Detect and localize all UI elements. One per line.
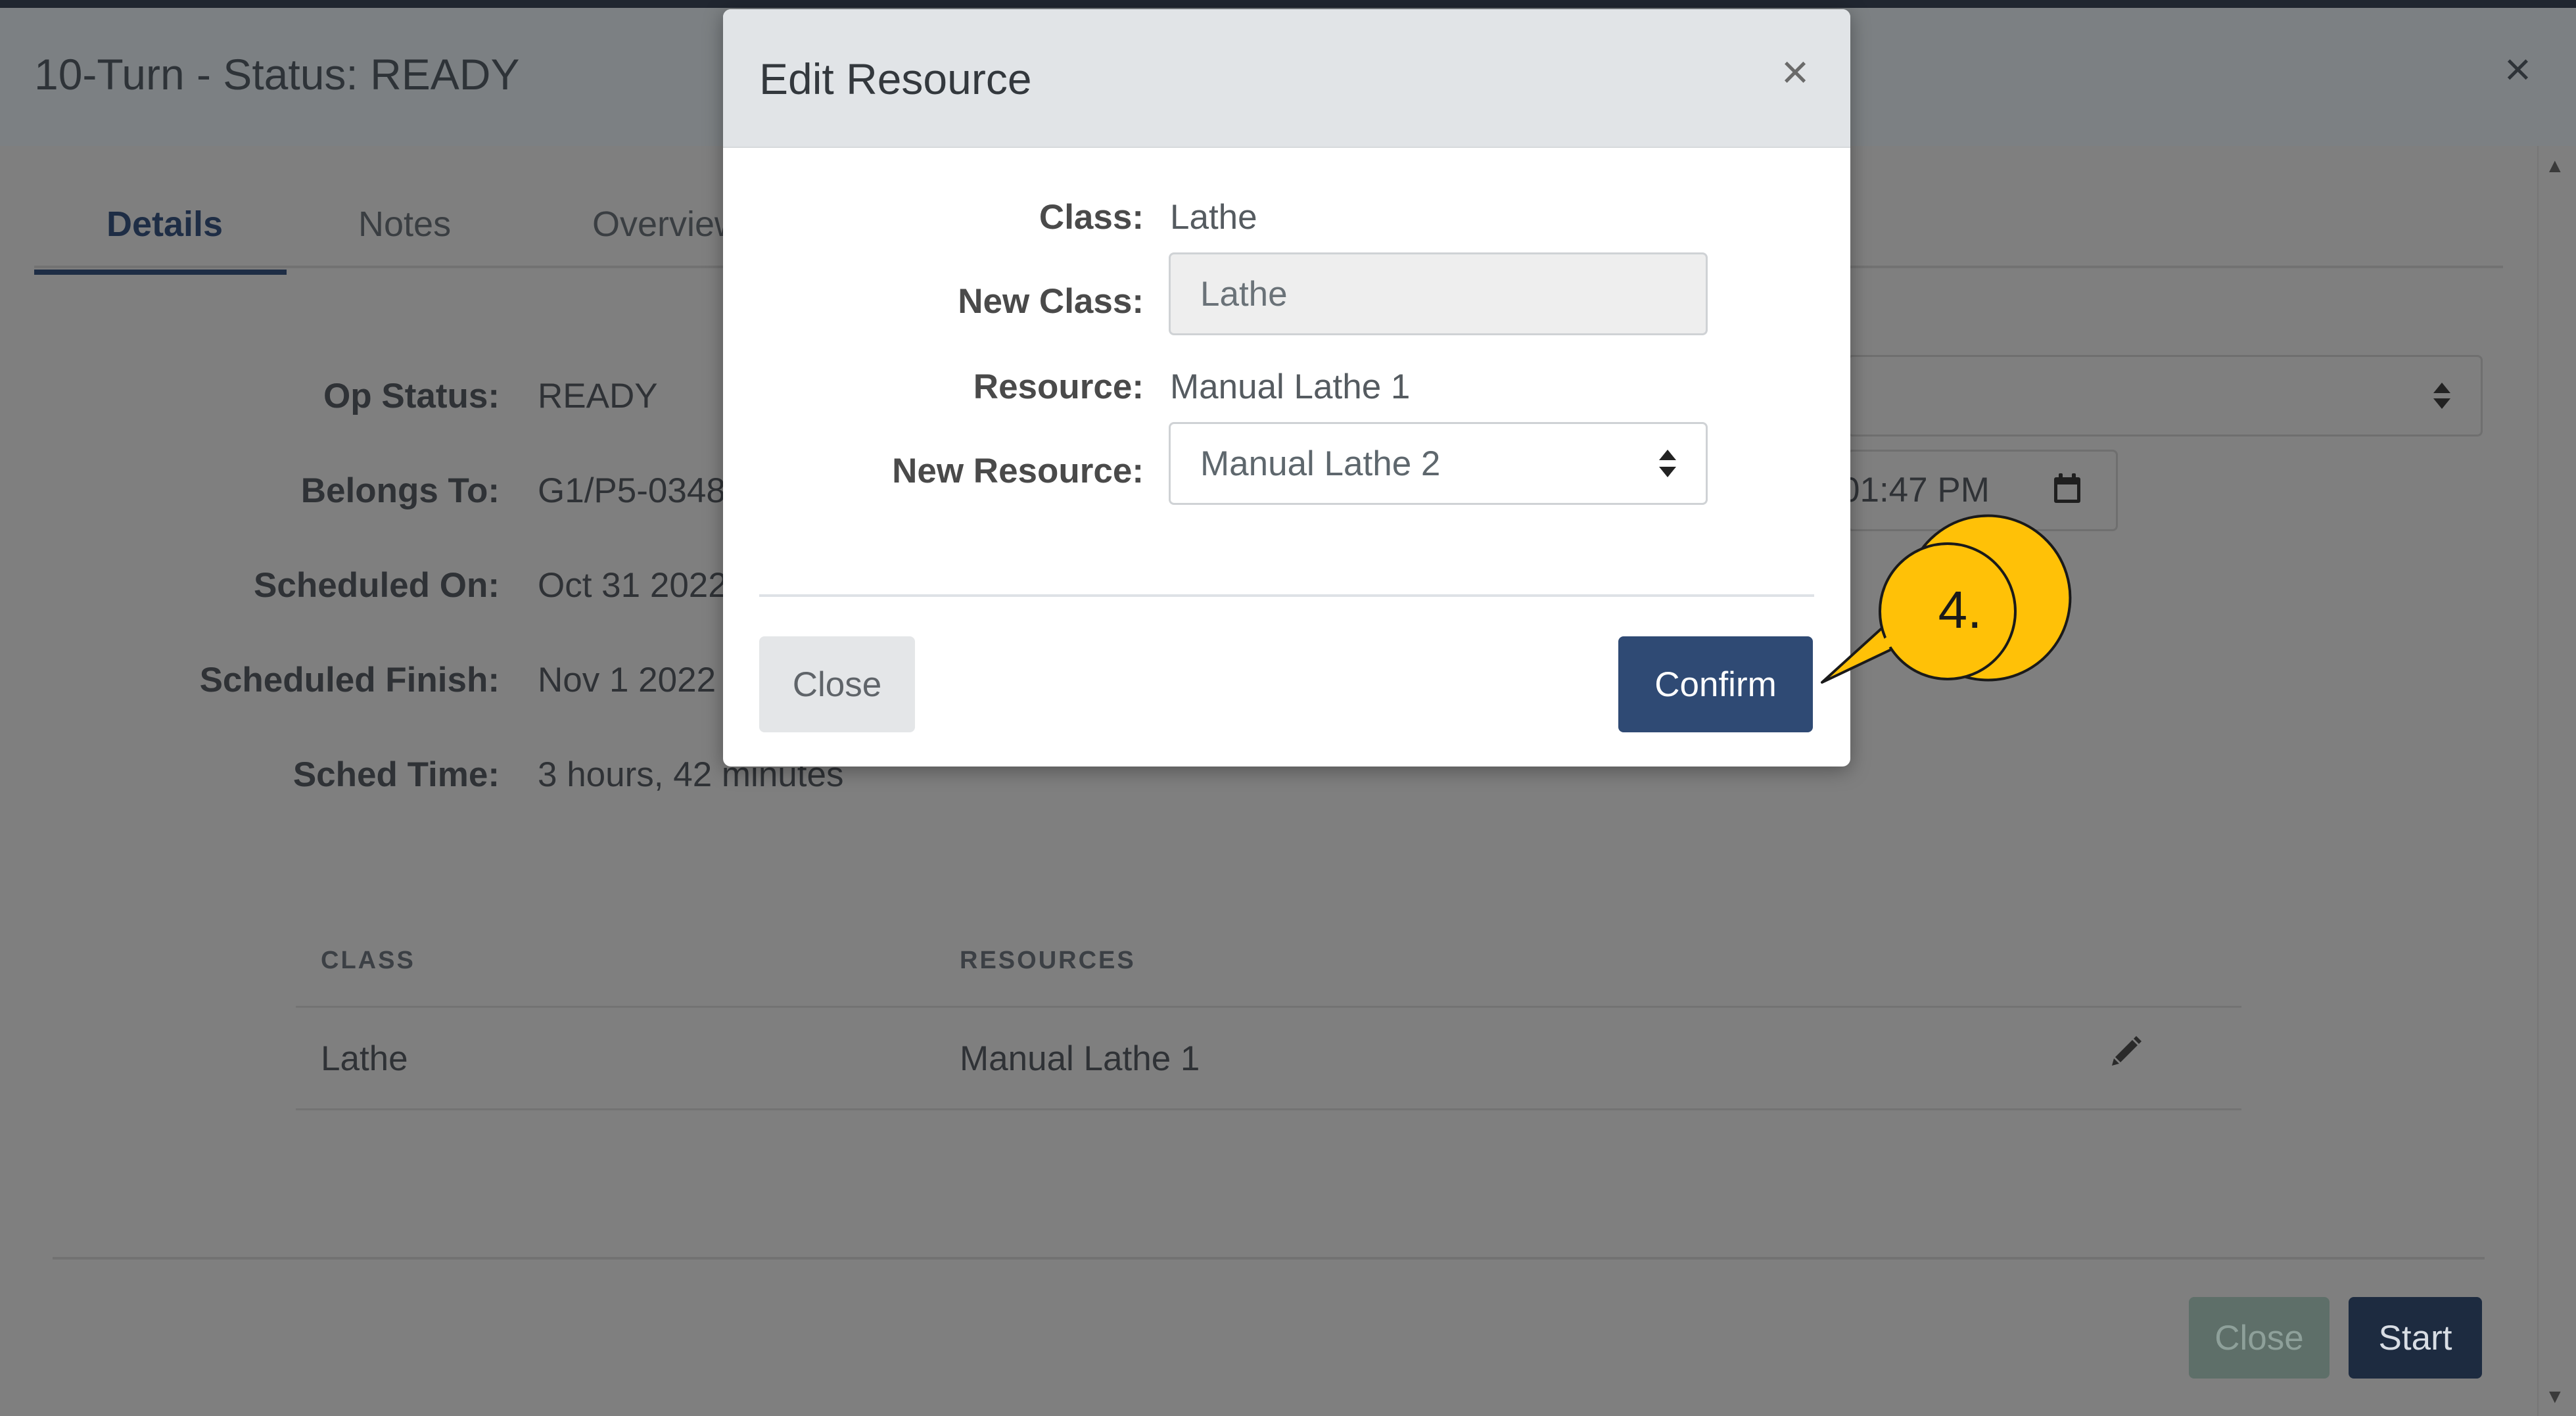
scroll-down-icon[interactable]: ▼	[2545, 1386, 2565, 1408]
resource-value: Manual Lathe 1	[1170, 367, 1411, 406]
active-tab-indicator	[34, 270, 287, 275]
select-arrows-icon	[1659, 450, 1676, 477]
dialog-close-icon[interactable]: ×	[1781, 49, 1809, 96]
tab-overview[interactable]: Overview	[592, 204, 740, 245]
dialog-footer-divider	[759, 594, 1814, 597]
tab-details[interactable]: Details	[106, 204, 223, 245]
new-class-field[interactable]: Lathe	[1169, 252, 1708, 335]
start-button[interactable]: Start	[2349, 1297, 2482, 1379]
scroll-up-icon[interactable]: ▲	[2545, 155, 2565, 177]
new-resource-select[interactable]: Manual Lathe 2	[1169, 422, 1708, 505]
confirm-button[interactable]: Confirm	[1618, 636, 1813, 732]
table-header-class: CLASS	[321, 947, 415, 974]
class-value: Lathe	[1170, 198, 1257, 237]
pencil-icon[interactable]	[2110, 1033, 2144, 1068]
table-row-divider	[296, 1108, 2241, 1110]
table-header-resources: RESOURCES	[960, 947, 1136, 974]
scheduled-finish-label: Scheduled Finish:	[199, 661, 500, 699]
tab-notes[interactable]: Notes	[358, 204, 451, 245]
sched-time-label: Sched Time:	[293, 755, 500, 794]
scheduled-on-label: Scheduled On:	[254, 566, 500, 605]
new-class-label: New Class:	[958, 282, 1144, 321]
background-status-select[interactable]	[1847, 355, 2483, 437]
new-resource-label: New Resource:	[892, 452, 1144, 490]
dialog-close-button[interactable]: Close	[759, 636, 915, 732]
scheduled-finish-value: Nov 1 2022	[538, 661, 716, 699]
background-close-icon[interactable]: ×	[2504, 46, 2531, 92]
date-input-value: 01:47 PM	[1840, 471, 1990, 509]
step-callout-text: 4.	[1938, 580, 1982, 639]
background-close-button[interactable]: Close	[2189, 1297, 2330, 1379]
background-modal-title: 10-Turn - Status: READY	[34, 50, 520, 99]
dialog-title: Edit Resource	[759, 55, 1032, 103]
select-arrows-icon	[2433, 383, 2450, 409]
calendar-icon[interactable]	[2052, 472, 2082, 505]
browser-top-strip	[0, 0, 2576, 8]
op-status-label: Op Status:	[323, 377, 500, 415]
table-cell-class: Lathe	[321, 1039, 408, 1078]
table-header-divider	[296, 1006, 2241, 1008]
belongs-to-label: Belongs To:	[300, 471, 500, 510]
scheduled-on-value: Oct 31 2022	[538, 566, 728, 605]
background-footer-divider	[53, 1257, 2485, 1260]
scrollbar[interactable]	[2537, 146, 2576, 1416]
edit-resource-dialog: Edit Resource × Class: Lathe New Class: …	[723, 9, 1850, 767]
class-label: Class:	[1039, 198, 1144, 237]
table-cell-resources: Manual Lathe 1	[960, 1039, 1200, 1078]
op-status-value: READY	[538, 377, 658, 415]
resource-label: Resource:	[973, 367, 1144, 406]
belongs-to-value: G1/P5-0348	[538, 471, 726, 510]
